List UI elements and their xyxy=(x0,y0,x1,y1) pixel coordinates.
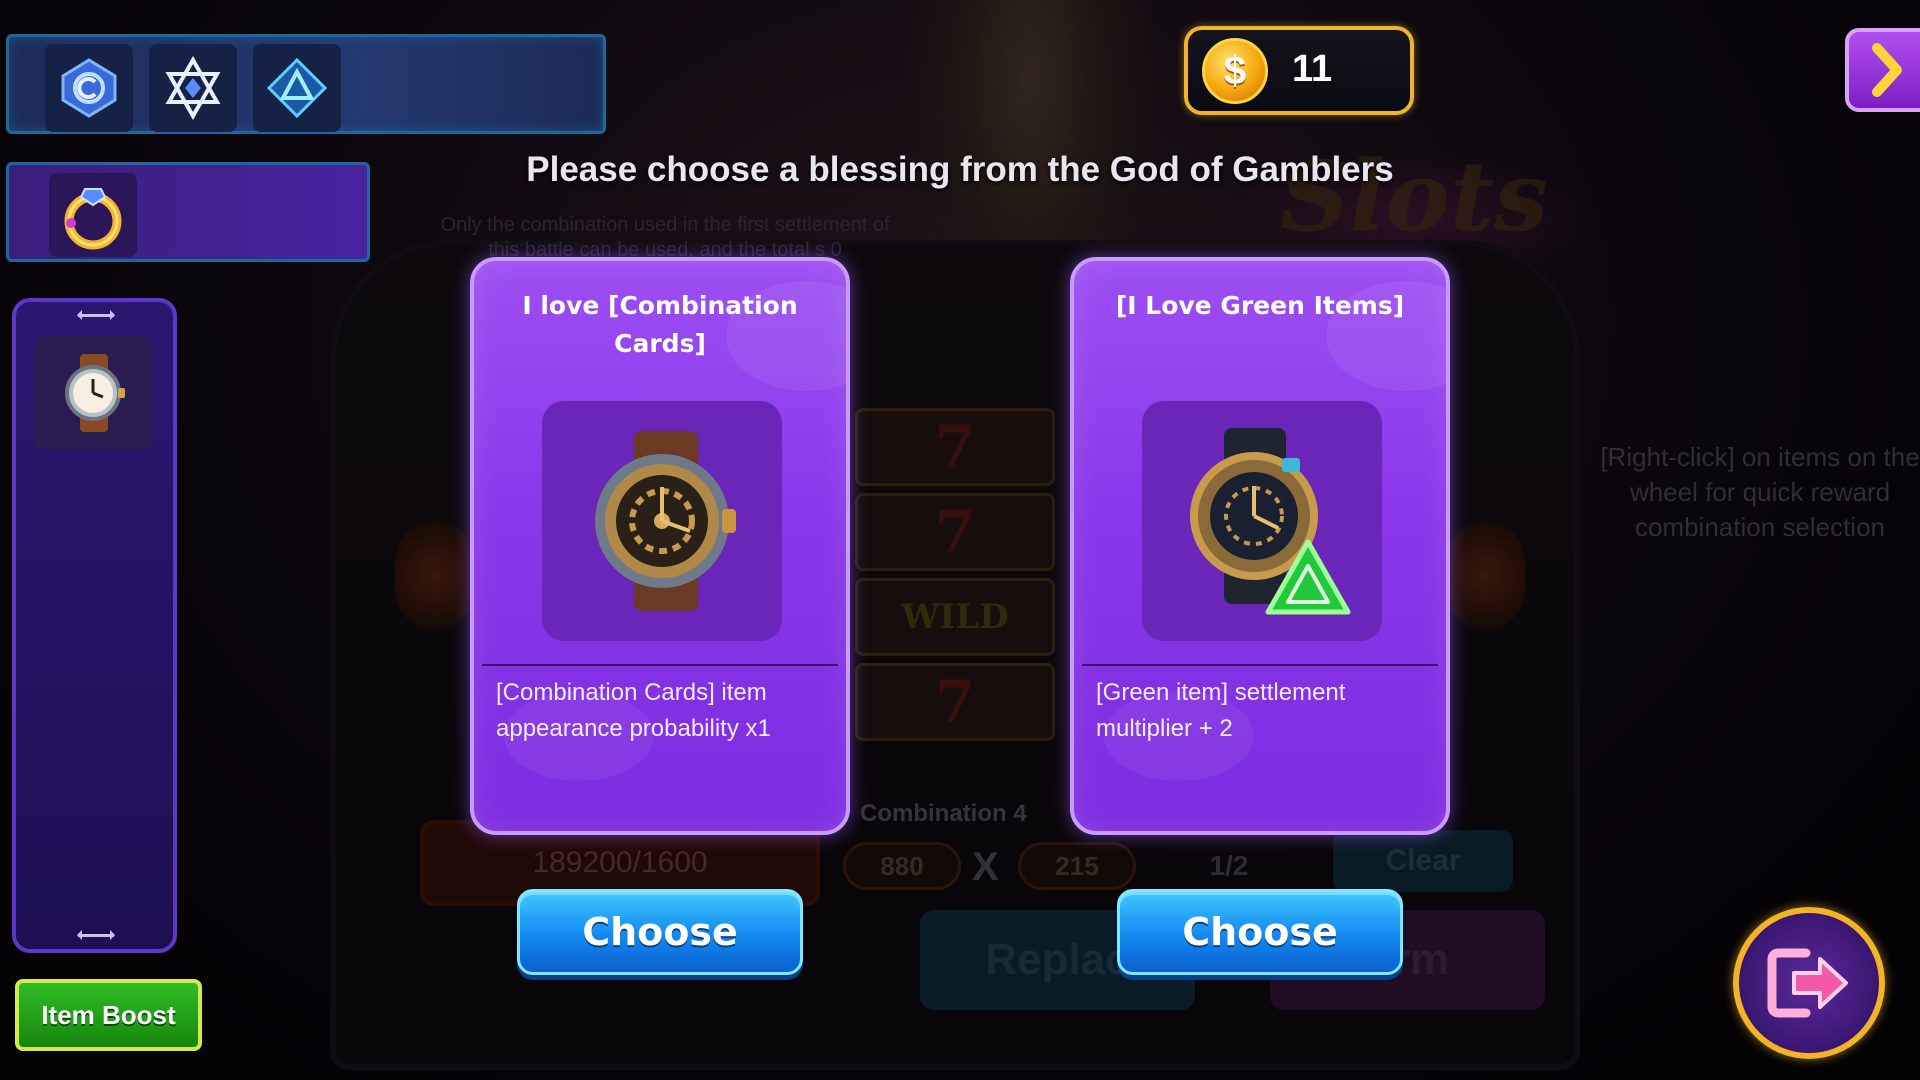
card-image xyxy=(1142,401,1382,641)
skill-slot-2[interactable] xyxy=(149,44,237,132)
page-title: Please choose a blessing from the God of… xyxy=(526,150,1394,189)
gold-coin-icon: $ xyxy=(1202,38,1268,104)
wristwatch-icon xyxy=(65,354,125,432)
card-title: [I Love Green Items] xyxy=(1115,291,1405,320)
blue-rune-icon xyxy=(61,58,117,118)
blessing-card-combination[interactable]: I love [Combination Cards] [Combination … xyxy=(470,257,850,835)
skill-slot-1[interactable] xyxy=(45,44,133,132)
steampunk-watch-icon xyxy=(595,431,736,611)
inventory-panel[interactable] xyxy=(12,298,177,953)
skill-slot-3[interactable] xyxy=(253,44,341,132)
skill-bar xyxy=(6,34,606,134)
exit-icon xyxy=(1767,948,1848,1018)
star-of-david-icon xyxy=(165,56,221,120)
dark-watch-with-green-arrow-icon xyxy=(1190,428,1351,615)
choose-button-green-items[interactable]: Choose xyxy=(1117,889,1403,975)
scroll-up-indicator xyxy=(77,310,115,320)
card-description: [Green item] settlement multiplier + 2 xyxy=(1096,679,1346,742)
card-divider xyxy=(1082,664,1438,666)
inventory-slot[interactable] xyxy=(34,336,152,450)
exit-button[interactable] xyxy=(1733,907,1885,1059)
triangle-rune-icon xyxy=(266,57,328,119)
choose-button-combination[interactable]: Choose xyxy=(517,889,803,975)
item-boost-button[interactable]: Item Boost xyxy=(15,979,202,1051)
card-title: I love [Combination Cards] xyxy=(522,291,798,358)
card-divider xyxy=(482,664,838,666)
coin-count: 11 xyxy=(1292,48,1333,90)
coin-counter: $ 11 xyxy=(1184,26,1414,115)
scroll-down-indicator xyxy=(77,930,115,940)
next-button[interactable] xyxy=(1845,28,1920,112)
card-description: [Combination Cards] item appearance prob… xyxy=(496,679,771,742)
blessing-card-green-items[interactable]: [I Love Green Items] [Green item] settle… xyxy=(1070,257,1450,835)
chevron-right-icon xyxy=(1872,43,1902,97)
card-image xyxy=(542,401,782,641)
